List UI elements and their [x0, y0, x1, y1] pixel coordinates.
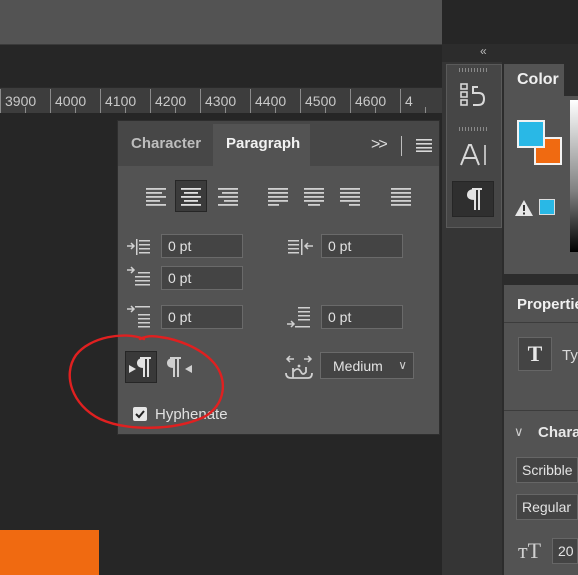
- chevron-down-icon: ∨: [398, 358, 407, 372]
- ruler-tick: [250, 89, 251, 113]
- kashida-dropdown[interactable]: Medium ∨: [320, 352, 414, 379]
- hyphenate-label[interactable]: Hyphenate: [155, 406, 228, 423]
- ruler-tick: [350, 89, 351, 113]
- ruler-tick: [100, 89, 101, 113]
- ruler-label: 4200: [155, 93, 187, 109]
- ruler-tick: [0, 89, 1, 113]
- ruler-tick: [150, 89, 151, 113]
- justify-last-left-button[interactable]: [262, 180, 294, 212]
- justify-all-button[interactable]: [385, 180, 417, 212]
- type-layer-icon: T: [518, 337, 552, 371]
- font-size-icon: ᴛT: [518, 538, 542, 563]
- align-left-button[interactable]: [140, 180, 172, 212]
- grip-handle[interactable]: [459, 127, 489, 131]
- paragraph-icon[interactable]: [452, 181, 494, 217]
- panel-icon-bar: [446, 64, 502, 228]
- ruler-tick: [50, 89, 51, 113]
- chevron-down-icon[interactable]: ∨: [514, 424, 524, 440]
- dock-header-strip: [442, 44, 502, 62]
- ruler-label: 4300: [205, 93, 237, 109]
- justify-last-right-button[interactable]: [334, 180, 366, 212]
- foreground-color-swatch[interactable]: [517, 120, 545, 148]
- first-line-indent-icon: [126, 266, 154, 290]
- ruler-label: 4100: [105, 93, 137, 109]
- warning-icon[interactable]: [514, 199, 534, 217]
- ruler-label: 4000: [55, 93, 87, 109]
- right-indent-icon: [286, 235, 314, 259]
- color-panel-tab[interactable]: Color: [504, 64, 564, 96]
- expand-panel-button[interactable]: >>: [371, 136, 388, 154]
- horizontal-ruler: 3900 4000 4100 4200 4300 4400 4500 4600 …: [0, 87, 442, 114]
- kashida-value: Medium: [333, 358, 383, 374]
- ruler-label: 4600: [355, 93, 387, 109]
- space-after-field[interactable]: 0 pt: [321, 305, 403, 329]
- font-size-field[interactable]: 20: [552, 538, 578, 564]
- right-to-left-button[interactable]: [163, 351, 195, 383]
- history-icon[interactable]: [458, 79, 490, 111]
- orange-shape-layer[interactable]: [0, 530, 99, 575]
- kashida-icon: [284, 351, 314, 381]
- ruler-label: 4: [405, 93, 413, 109]
- left-indent-icon: [126, 235, 154, 259]
- align-right-button[interactable]: [212, 180, 244, 212]
- hyphenate-checkbox[interactable]: [133, 407, 147, 421]
- tab-character[interactable]: Character: [131, 135, 201, 152]
- divider: [504, 410, 578, 411]
- right-indent-field[interactable]: 0 pt: [321, 234, 403, 258]
- color-spectrum[interactable]: [570, 100, 578, 252]
- character-section-label[interactable]: Chara: [538, 424, 578, 441]
- left-to-right-button[interactable]: [125, 351, 157, 383]
- first-line-indent-field[interactable]: 0 pt: [161, 266, 243, 290]
- ruler-tick: [300, 89, 301, 113]
- space-before-icon: [126, 305, 154, 329]
- panel-menu-icon[interactable]: [416, 138, 432, 152]
- gamut-swatch[interactable]: [539, 199, 555, 215]
- properties-title[interactable]: Properties: [517, 296, 578, 313]
- character-icon[interactable]: [458, 139, 490, 171]
- justify-last-center-button[interactable]: [298, 180, 330, 212]
- align-center-button[interactable]: [175, 180, 207, 212]
- ruler-label: 4400: [255, 93, 287, 109]
- ruler-tick: [400, 89, 401, 113]
- ruler-label: 4500: [305, 93, 337, 109]
- space-before-field[interactable]: 0 pt: [161, 305, 243, 329]
- divider: [401, 136, 402, 156]
- font-style-dropdown[interactable]: Regular: [516, 494, 578, 520]
- tab-paragraph[interactable]: Paragraph: [226, 135, 300, 152]
- layer-type-label: Ty: [562, 347, 578, 364]
- ruler-label: 3900: [5, 93, 37, 109]
- divider: [504, 322, 578, 323]
- options-bar-area: [0, 0, 442, 45]
- collapse-panels-icon[interactable]: «: [480, 44, 487, 58]
- font-family-dropdown[interactable]: Scribble I: [516, 457, 578, 483]
- space-after-icon: [286, 305, 314, 329]
- grip-handle[interactable]: [459, 68, 489, 72]
- left-indent-field[interactable]: 0 pt: [161, 234, 243, 258]
- ruler-tick: [200, 89, 201, 113]
